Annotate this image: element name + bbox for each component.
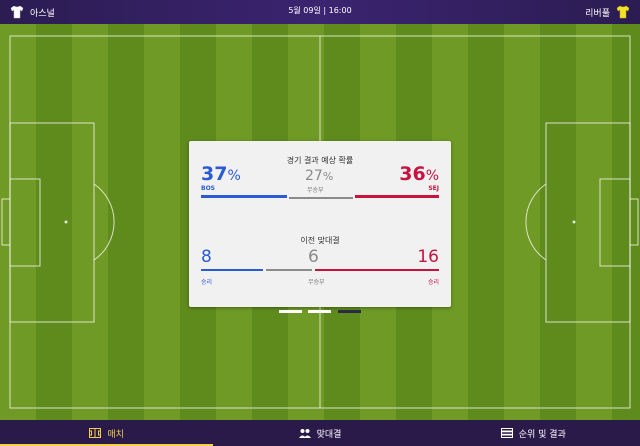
h2h-away-wins: 16 [417,247,439,267]
tab-match[interactable]: 매치 [0,420,214,446]
h2h-away-label: 승리 [427,279,439,286]
tab-standings[interactable]: 순위 및 결과 [427,420,640,446]
match-icon [89,428,102,438]
home-abbr: BOS [201,185,215,192]
tab-head-to-head-label: 맞대결 [316,429,342,440]
head-to-head-icon [298,429,311,438]
match-datetime: 5월 09일 | 16:00 [288,6,352,15]
h2h-away-bar [315,269,439,271]
h2h-draws: 6 [308,247,319,267]
draw-pct: 27% [305,168,334,184]
page-dot-1[interactable] [279,310,302,313]
draw-pct-bar [289,197,353,199]
away-win-pct: 36% [399,163,439,185]
standings-icon [500,428,513,438]
home-pct-bar [201,195,287,198]
tab-head-to-head[interactable]: 맞대결 [213,420,426,446]
page-indicator [0,310,640,314]
top-bar: 아스널 5월 09일 | 16:00 리버풀 [0,0,640,24]
draw-label: 무승부 [307,187,324,194]
bottom-nav: 매치 맞대결 순위 및 결과 [0,420,640,446]
h2h-title: 이전 맞대결 [300,236,340,245]
away-abbr: SEJ [428,185,439,192]
tab-match-label: 매치 [107,429,124,440]
tab-standings-label: 순위 및 결과 [518,429,566,440]
h2h-home-wins: 8 [201,247,212,267]
page-dot-2[interactable] [308,310,331,313]
h2h-home-label: 승리 [201,279,213,286]
h2h-home-bar [201,269,263,271]
home-win-pct: 37% [201,163,241,185]
match-stats-card[interactable]: 경기 결과 예상 확률 37% 27% 36% BOS 무승부 SEJ 이전 맞… [189,141,451,307]
page-dot-3[interactable] [338,310,361,313]
away-pct-bar [355,195,439,198]
h2h-draw-label: 무승부 [308,279,325,286]
h2h-draw-bar [266,269,312,271]
